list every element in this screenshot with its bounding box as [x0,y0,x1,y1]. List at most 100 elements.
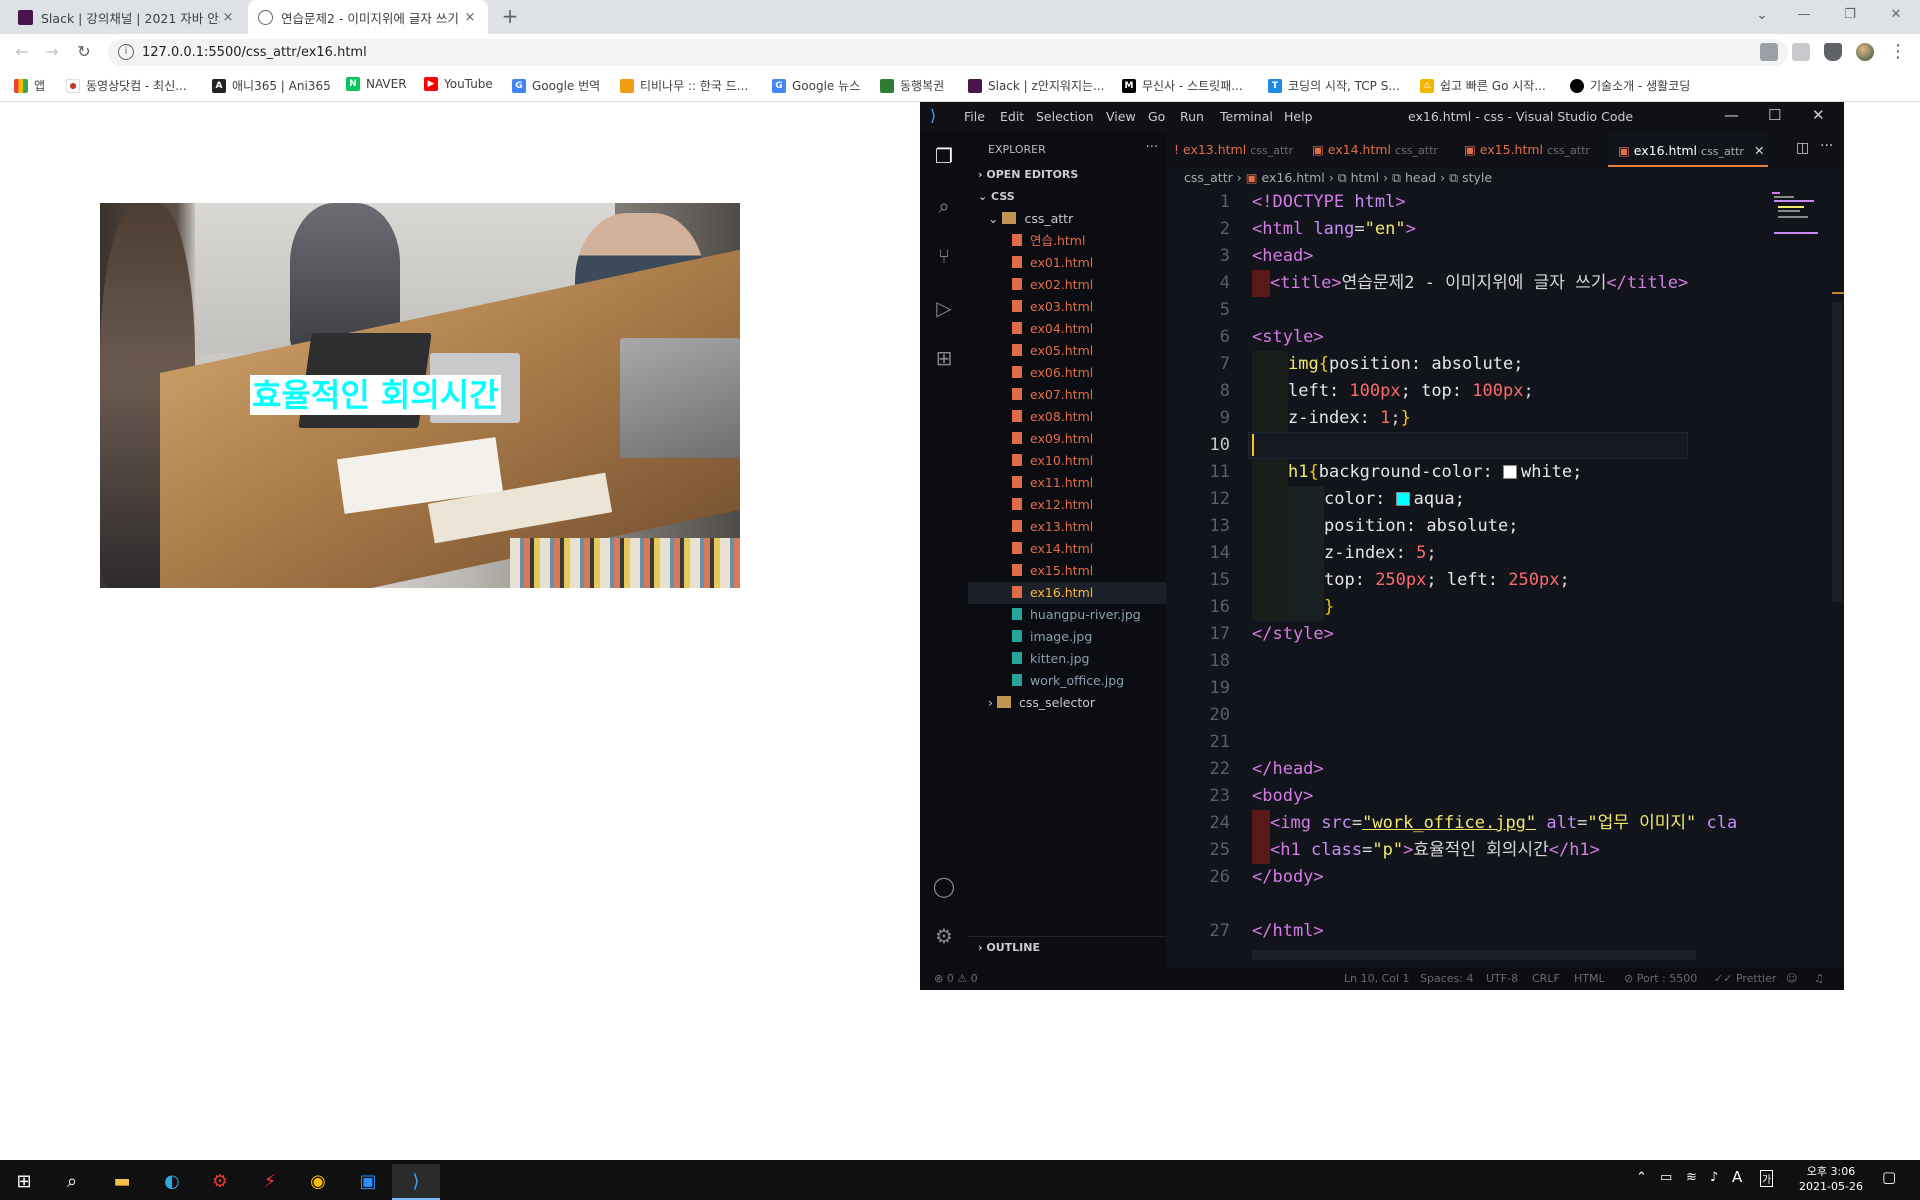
file-item[interactable]: ex05.html [968,340,1166,362]
folder-css-attr[interactable]: ⌄ css_attr [968,208,1166,230]
window-minimize-button[interactable]: — [1782,0,1826,30]
prettier-status[interactable]: ✓✓ Prettier [1714,968,1776,990]
bookmark-item[interactable]: 티비나무 :: 한국 드... [620,77,748,94]
file-item[interactable]: ex11.html [968,472,1166,494]
tab-close-icon[interactable]: × [220,10,236,25]
vscode-minimize-button[interactable]: — [1724,106,1739,124]
site-info-icon[interactable]: i [118,44,134,60]
bookmark-item[interactable]: N NAVER [346,77,407,91]
tab-close-icon[interactable]: × [462,10,478,25]
windows-start-icon[interactable]: ⊞ [0,1164,48,1200]
editor-tab[interactable]: ▣ ex15.html css_attr [1456,132,1590,167]
code-editor[interactable]: 1 2 3 4 5 6 7 8 9 10 11 12 13 14 15 16 17 18 19 20 21 22 23 24 2… [1166,189,1844,889]
file-item[interactable]: ex08.html [968,406,1166,428]
feedback-icon[interactable]: ☺ [1786,968,1797,990]
file-item[interactable]: ex13.html [968,516,1166,538]
bookmark-item[interactable]: A 애니365 | Ani365 [212,77,331,94]
keyboard-indicator[interactable]: 가 [1760,1170,1774,1187]
url-text[interactable]: 127.0.0.1:5500/css_attr/ex16.html [142,45,367,60]
vscode-close-button[interactable]: ✕ [1812,106,1825,124]
zoom-icon[interactable]: ▣ [344,1164,392,1200]
gear-icon[interactable]: ⚙ [932,924,956,948]
file-item[interactable]: ex01.html [968,252,1166,274]
kebab-menu-icon[interactable]: ⋮ [1884,38,1912,66]
search-icon[interactable]: ⌕ [932,194,956,218]
extensions-icon[interactable]: ⊞ [932,346,956,370]
file-item[interactable]: ex02.html [968,274,1166,296]
bookmark-item[interactable]: 앱 [14,77,45,94]
menu-terminal[interactable]: Terminal [1220,109,1273,124]
bookmark-item[interactable]: G Google 뉴스 [772,77,860,94]
bookmark-item[interactable]: T 코딩의 시작, TCP S... [1268,77,1400,94]
vscode-maximize-button[interactable]: ☐ [1768,106,1781,124]
source-control-icon[interactable]: ⑂ [932,244,956,268]
file-item[interactable]: huangpu-river.jpg [968,604,1166,626]
port-status[interactable]: ⊘ Port : 5500 [1624,968,1697,990]
file-explorer-icon[interactable]: ▬ [98,1164,146,1200]
vscode-taskbar-icon[interactable]: ⟩ [392,1164,440,1200]
more-actions-icon[interactable]: ··· [1820,138,1833,154]
run-debug-icon[interactable]: ▷ [932,296,956,320]
reload-button[interactable]: ↻ [70,38,98,66]
indentation-status[interactable]: Spaces: 4 [1420,968,1473,990]
folder-css-selector[interactable]: › css_selector [968,692,1166,714]
clock-date[interactable]: 2021-05-26 [1796,1180,1866,1193]
color-swatch-aqua[interactable] [1395,492,1410,506]
extension-icon[interactable] [1760,43,1778,61]
file-item[interactable]: 연습.html [968,230,1166,252]
battery-icon[interactable]: ▭ [1660,1170,1672,1185]
file-item[interactable]: ex15.html [968,560,1166,582]
avatar[interactable] [1856,43,1874,61]
chrome-icon[interactable]: ◉ [294,1164,342,1200]
language-status[interactable]: HTML [1574,968,1605,990]
puzzle-extensions-icon[interactable] [1824,43,1842,61]
menu-edit[interactable]: Edit [1000,109,1024,124]
search-icon[interactable]: ⌕ [48,1164,96,1200]
address-bar[interactable]: i 127.0.0.1:5500/css_attr/ex16.html ☆ [108,39,1788,66]
menu-help[interactable]: Help [1284,109,1313,124]
horizontal-scrollbar[interactable] [1252,950,1696,960]
menu-run[interactable]: Run [1180,109,1204,124]
file-item[interactable]: work_office.jpg [968,670,1166,692]
account-icon[interactable]: ◯ [932,874,956,898]
file-item[interactable]: ex16.html [968,582,1166,604]
bookmark-item[interactable]: 기술소개 - 생활코딩 [1570,77,1690,94]
file-item[interactable]: ex09.html [968,428,1166,450]
clock-time[interactable]: 오후 3:06 [1796,1163,1866,1179]
minimap[interactable] [1772,192,1832,242]
root-folder[interactable]: ⌄ CSS [968,186,1166,208]
problems-status[interactable]: ⊗ 0 ⚠ 0 [934,968,978,990]
bell-icon[interactable]: ♫ [1814,968,1824,990]
new-tab-button[interactable]: + [498,4,522,28]
outline-section[interactable]: › OUTLINE [968,936,1166,958]
more-actions-icon[interactable]: ··· [1146,140,1158,155]
menu-view[interactable]: View [1106,109,1136,124]
bookmark-item[interactable]: ⚠ 쉽고 빠른 Go 시작... [1420,77,1546,94]
bookmark-item[interactable]: G Google 번역 [512,77,600,94]
back-button[interactable]: ← [8,38,36,66]
tray-chevron-icon[interactable]: ⌃ [1636,1170,1647,1185]
forward-button[interactable]: → [38,38,66,66]
encoding-status[interactable]: UTF-8 [1486,968,1518,990]
file-item[interactable]: ex06.html [968,362,1166,384]
cursor-position[interactable]: Ln 10, Col 1 [1344,968,1410,990]
bookmark-item[interactable]: 동행복권 [880,77,944,94]
color-swatch-white[interactable] [1502,465,1517,479]
volume-icon[interactable]: ♪ [1710,1170,1718,1185]
app-icon[interactable]: ⚡ [246,1164,294,1200]
file-item[interactable]: ex10.html [968,450,1166,472]
browser-tab-slack[interactable]: Slack | 강의채널 | 2021 자바 안드 × [8,0,246,34]
bookmark-item[interactable]: 동영상닷컴 - 최신... [66,77,187,94]
file-item[interactable]: ex07.html [968,384,1166,406]
ime-indicator[interactable]: A [1732,1168,1742,1186]
menu-go[interactable]: Go [1148,109,1165,124]
editor-tab-active[interactable]: ▣ ex16.html css_attr ✕ [1608,132,1768,167]
split-editor-icon[interactable]: ◫ [1796,140,1809,156]
explorer-files-icon[interactable]: ❐ [932,144,956,168]
window-close-button[interactable]: ✕ [1874,0,1918,30]
editor-tab[interactable]: ! ex13.html css_attr [1166,132,1296,167]
bookmark-item[interactable]: M 무신사 - 스트릿패... [1122,77,1243,94]
window-maximize-button[interactable]: ❐ [1828,0,1872,30]
edge-icon[interactable]: ◐ [148,1164,196,1200]
file-item[interactable]: ex14.html [968,538,1166,560]
